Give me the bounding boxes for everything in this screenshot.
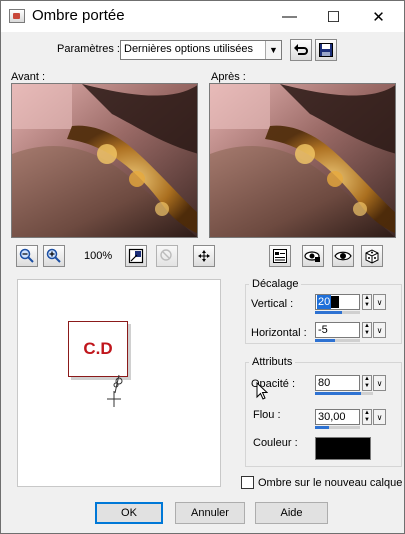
horizontal-offset-input[interactable]: -5 [315, 322, 360, 338]
actual-size-button[interactable] [156, 245, 178, 267]
help-button[interactable]: Aide [255, 502, 328, 524]
blur-slider[interactable] [315, 426, 360, 429]
eye-icon [334, 251, 352, 261]
properties-button[interactable] [269, 245, 291, 267]
zoom-out-icon [19, 248, 34, 263]
blur-input[interactable]: 30,00 [315, 409, 360, 425]
logo-text: C.D [83, 339, 113, 358]
vertical-slider[interactable] [315, 311, 360, 314]
offset-group-title: Décalage [249, 278, 302, 290]
chevron-down-icon: ∨ [376, 297, 383, 307]
chevron-down-icon[interactable]: ▼ [265, 41, 281, 59]
cancel-button[interactable]: Annuler [175, 502, 245, 524]
presets-value: Dernières options utilisées [124, 43, 254, 55]
mouse-cursor-icon [256, 382, 268, 400]
window-title: Ombre portée [32, 7, 125, 24]
before-photo [12, 84, 197, 237]
blur-label: Flou : [253, 409, 281, 421]
attributes-group-title: Attributs [249, 356, 296, 368]
after-photo [210, 84, 395, 237]
zoom-in-icon [46, 248, 61, 263]
vertical-label: Vertical : [251, 298, 294, 310]
horizontal-label: Horizontal : [251, 327, 307, 339]
presets-dropdown[interactable]: Dernières options utilisées ▼ [120, 40, 282, 60]
dice-icon [365, 249, 379, 264]
after-preview-image[interactable] [209, 83, 396, 238]
proof-eye-icon [304, 251, 320, 262]
zoom-level: 100% [84, 250, 113, 262]
app-icon [9, 9, 25, 23]
auto-proof-button[interactable] [332, 245, 354, 267]
maximize-button[interactable]: ☐ [311, 1, 356, 32]
chevron-down-icon: ∨ [376, 378, 383, 388]
blur-slider-fill [315, 426, 329, 429]
pan-button[interactable] [193, 245, 215, 267]
horizontal-slider[interactable] [315, 339, 360, 342]
opacity-slider-fill [315, 392, 362, 395]
new-layer-label[interactable]: Ombre sur le nouveau calque [258, 477, 402, 489]
vertical-spinner[interactable]: ▲ ▼ [362, 294, 372, 310]
properties-icon [273, 249, 287, 263]
reset-arrow-icon [294, 44, 308, 55]
proof-button[interactable] [302, 245, 324, 267]
before-label: Avant : [11, 71, 46, 83]
randomize-button[interactable] [361, 245, 383, 267]
new-layer-checkbox[interactable] [241, 476, 254, 489]
shadow-color-swatch[interactable] [315, 437, 371, 460]
chevron-down-icon: ∨ [376, 412, 383, 422]
opacity-input[interactable]: 80 [315, 375, 360, 391]
ok-button[interactable]: OK [95, 502, 163, 524]
watermark-logo: C.D [68, 321, 128, 377]
minimize-button[interactable]: — [267, 1, 312, 32]
presets-label: Paramètres : [57, 43, 120, 55]
zoom-actual-icon [160, 249, 172, 261]
save-preset-button[interactable] [315, 39, 337, 61]
dialog-window: Ombre portée — ☐ ✕ Paramètres : Dernière… [0, 0, 405, 534]
shadow-offset-handle[interactable] [105, 373, 129, 409]
vertical-offset-input[interactable]: 20 [315, 294, 360, 310]
vertical-dropdown[interactable]: ∨ [373, 294, 386, 310]
color-label: Couleur : [253, 437, 298, 449]
reset-button[interactable] [290, 39, 312, 61]
close-button[interactable]: ✕ [356, 1, 401, 32]
horizontal-spinner[interactable]: ▲ ▼ [362, 322, 372, 338]
vertical-slider-fill [315, 311, 342, 314]
blur-dropdown[interactable]: ∨ [373, 409, 386, 425]
horizontal-slider-fill [315, 339, 336, 342]
opacity-dropdown[interactable]: ∨ [373, 375, 386, 391]
zoom-to-fit-button[interactable] [125, 245, 147, 267]
opacity-slider[interactable] [315, 392, 373, 395]
horizontal-dropdown[interactable]: ∨ [373, 322, 386, 338]
floppy-disk-icon [319, 43, 333, 57]
before-preview-image[interactable] [11, 83, 198, 238]
vertical-value: 20 [317, 295, 332, 309]
after-label: Après : [211, 71, 246, 83]
opacity-spinner[interactable]: ▲ ▼ [362, 375, 372, 391]
zoom-fit-icon [128, 248, 144, 264]
chevron-down-icon: ∨ [376, 325, 383, 335]
move-arrows-icon [198, 250, 210, 262]
zoom-in-button[interactable] [43, 245, 65, 267]
zoom-out-button[interactable] [16, 245, 38, 267]
blur-spinner[interactable]: ▲ ▼ [362, 409, 372, 425]
